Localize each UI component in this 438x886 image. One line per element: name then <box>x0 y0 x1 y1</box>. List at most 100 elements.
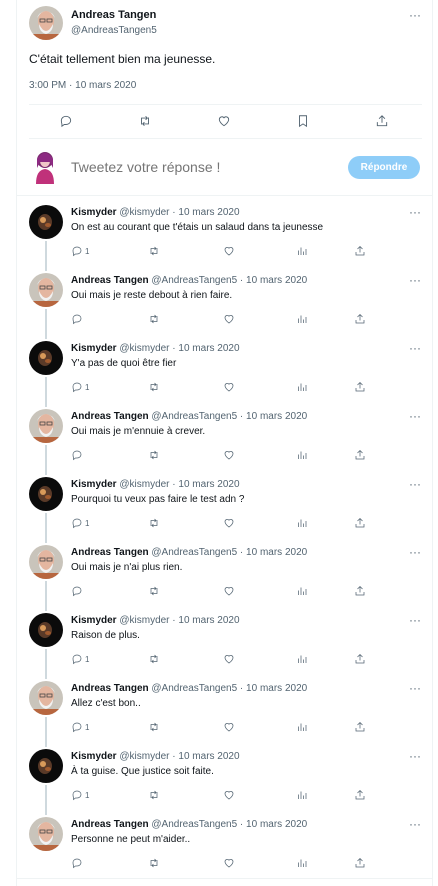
reply-meta[interactable]: @AndreasTangen5 · 10 mars 2020 <box>151 411 307 422</box>
avatar[interactable] <box>29 613 63 647</box>
more-icon[interactable]: ··· <box>409 8 421 22</box>
heart-icon[interactable] <box>223 721 235 733</box>
avatar[interactable] <box>29 817 63 851</box>
more-icon[interactable]: ··· <box>409 681 421 695</box>
share-icon[interactable] <box>375 108 389 134</box>
retweet-icon[interactable] <box>148 721 160 733</box>
reply-icon[interactable] <box>59 108 73 134</box>
list-item[interactable]: Andreas Tangen @AndreasTangen5 · 10 mars… <box>0 817 438 885</box>
avatar[interactable] <box>29 545 63 579</box>
more-icon[interactable]: ··· <box>409 273 421 287</box>
heart-icon[interactable] <box>223 517 235 529</box>
views-icon[interactable] <box>296 653 308 665</box>
heart-icon[interactable] <box>223 857 235 869</box>
reply-icon[interactable] <box>71 857 85 869</box>
share-icon[interactable] <box>354 653 366 665</box>
more-icon[interactable]: ··· <box>409 545 421 559</box>
list-item[interactable]: Kismyder @kismyder · 10 mars 2020 ··· Y'a … <box>0 341 438 409</box>
reply-icon[interactable]: 1 <box>71 653 89 665</box>
author-name[interactable]: Andreas Tangen <box>71 9 156 21</box>
views-icon[interactable] <box>296 721 308 733</box>
reply-icon[interactable]: 1 <box>71 517 89 529</box>
list-item[interactable]: Andreas Tangen @AndreasTangen5 · 10 mars… <box>0 273 438 341</box>
reply-meta[interactable]: @kismyder · 10 mars 2020 <box>119 615 239 626</box>
reply-button[interactable]: Répondre <box>348 156 420 179</box>
reply-input[interactable] <box>71 159 311 175</box>
heart-icon[interactable] <box>217 108 231 134</box>
list-item[interactable]: Kismyder @kismyder · 10 mars 2020 ··· Pour… <box>0 477 438 545</box>
share-icon[interactable] <box>354 585 366 597</box>
reply-meta[interactable]: @AndreasTangen5 · 10 mars 2020 <box>151 547 307 558</box>
heart-icon[interactable] <box>223 313 235 325</box>
more-icon[interactable]: ··· <box>409 749 421 763</box>
share-icon[interactable] <box>354 857 366 869</box>
heart-icon[interactable] <box>223 585 235 597</box>
reply-meta[interactable]: @AndreasTangen5 · 10 mars 2020 <box>151 275 307 286</box>
retweet-icon[interactable] <box>148 857 160 869</box>
author-handle[interactable]: @AndreasTangen5 <box>71 25 157 36</box>
heart-icon[interactable] <box>223 381 235 393</box>
retweet-icon[interactable] <box>148 381 160 393</box>
reply-icon[interactable]: 1 <box>71 245 89 257</box>
reply-meta[interactable]: @kismyder · 10 mars 2020 <box>119 479 239 490</box>
reply-icon[interactable] <box>71 449 85 461</box>
list-item[interactable]: Kismyder @kismyder · 10 mars 2020 ··· Rais… <box>0 613 438 681</box>
reply-author-name[interactable]: Andreas Tangen <box>71 411 149 422</box>
avatar[interactable] <box>29 681 63 715</box>
share-icon[interactable] <box>354 381 366 393</box>
retweet-icon[interactable] <box>148 653 160 665</box>
reply-meta[interactable]: @kismyder · 10 mars 2020 <box>119 343 239 354</box>
avatar[interactable] <box>29 205 63 239</box>
reply-author-name[interactable]: Andreas Tangen <box>71 547 149 558</box>
reply-author-name[interactable]: Kismyder <box>71 207 117 218</box>
retweet-icon[interactable] <box>148 245 160 257</box>
more-icon[interactable]: ··· <box>409 613 421 627</box>
reply-author-name[interactable]: Kismyder <box>71 615 117 626</box>
retweet-icon[interactable] <box>148 313 160 325</box>
heart-icon[interactable] <box>223 789 235 801</box>
reply-icon[interactable]: 1 <box>71 721 89 733</box>
list-item[interactable]: Andreas Tangen @AndreasTangen5 · 10 mars… <box>0 409 438 477</box>
more-icon[interactable]: ··· <box>409 817 421 831</box>
reply-author-name[interactable]: Andreas Tangen <box>71 683 149 694</box>
reply-author-name[interactable]: Andreas Tangen <box>71 275 149 286</box>
views-icon[interactable] <box>296 449 308 461</box>
more-icon[interactable]: ··· <box>409 341 421 355</box>
share-icon[interactable] <box>354 449 366 461</box>
list-item[interactable]: Andreas Tangen @AndreasTangen5 · 10 mars… <box>0 681 438 749</box>
reply-meta[interactable]: @kismyder · 10 mars 2020 <box>119 207 239 218</box>
views-icon[interactable] <box>296 381 308 393</box>
share-icon[interactable] <box>354 517 366 529</box>
reply-meta[interactable]: @AndreasTangen5 · 10 mars 2020 <box>151 683 307 694</box>
retweet-icon[interactable] <box>148 789 160 801</box>
heart-icon[interactable] <box>223 653 235 665</box>
share-icon[interactable] <box>354 721 366 733</box>
bookmark-icon[interactable] <box>296 108 310 134</box>
reply-meta[interactable]: @AndreasTangen5 · 10 mars 2020 <box>151 819 307 830</box>
heart-icon[interactable] <box>223 449 235 461</box>
avatar[interactable] <box>29 409 63 443</box>
retweet-icon[interactable] <box>138 108 152 134</box>
reply-icon[interactable] <box>71 313 85 325</box>
heart-icon[interactable] <box>223 245 235 257</box>
list-item[interactable]: Kismyder @kismyder · 10 mars 2020 ··· On e… <box>0 205 438 273</box>
share-icon[interactable] <box>354 789 366 801</box>
reply-icon[interactable] <box>71 585 85 597</box>
retweet-icon[interactable] <box>148 585 160 597</box>
list-item[interactable]: Kismyder @kismyder · 10 mars 2020 ··· À ta… <box>0 749 438 817</box>
avatar[interactable] <box>29 749 63 783</box>
reply-author-name[interactable]: Kismyder <box>71 751 117 762</box>
avatar[interactable] <box>29 273 63 307</box>
avatar[interactable] <box>33 150 57 184</box>
retweet-icon[interactable] <box>148 449 160 461</box>
share-icon[interactable] <box>354 313 366 325</box>
retweet-icon[interactable] <box>148 517 160 529</box>
list-item[interactable]: Andreas Tangen @AndreasTangen5 · 10 mars… <box>0 545 438 613</box>
views-icon[interactable] <box>296 245 308 257</box>
reply-author-name[interactable]: Kismyder <box>71 343 117 354</box>
avatar[interactable] <box>29 6 63 40</box>
views-icon[interactable] <box>296 585 308 597</box>
views-icon[interactable] <box>296 857 308 869</box>
avatar[interactable] <box>29 477 63 511</box>
more-icon[interactable]: ··· <box>409 205 421 219</box>
